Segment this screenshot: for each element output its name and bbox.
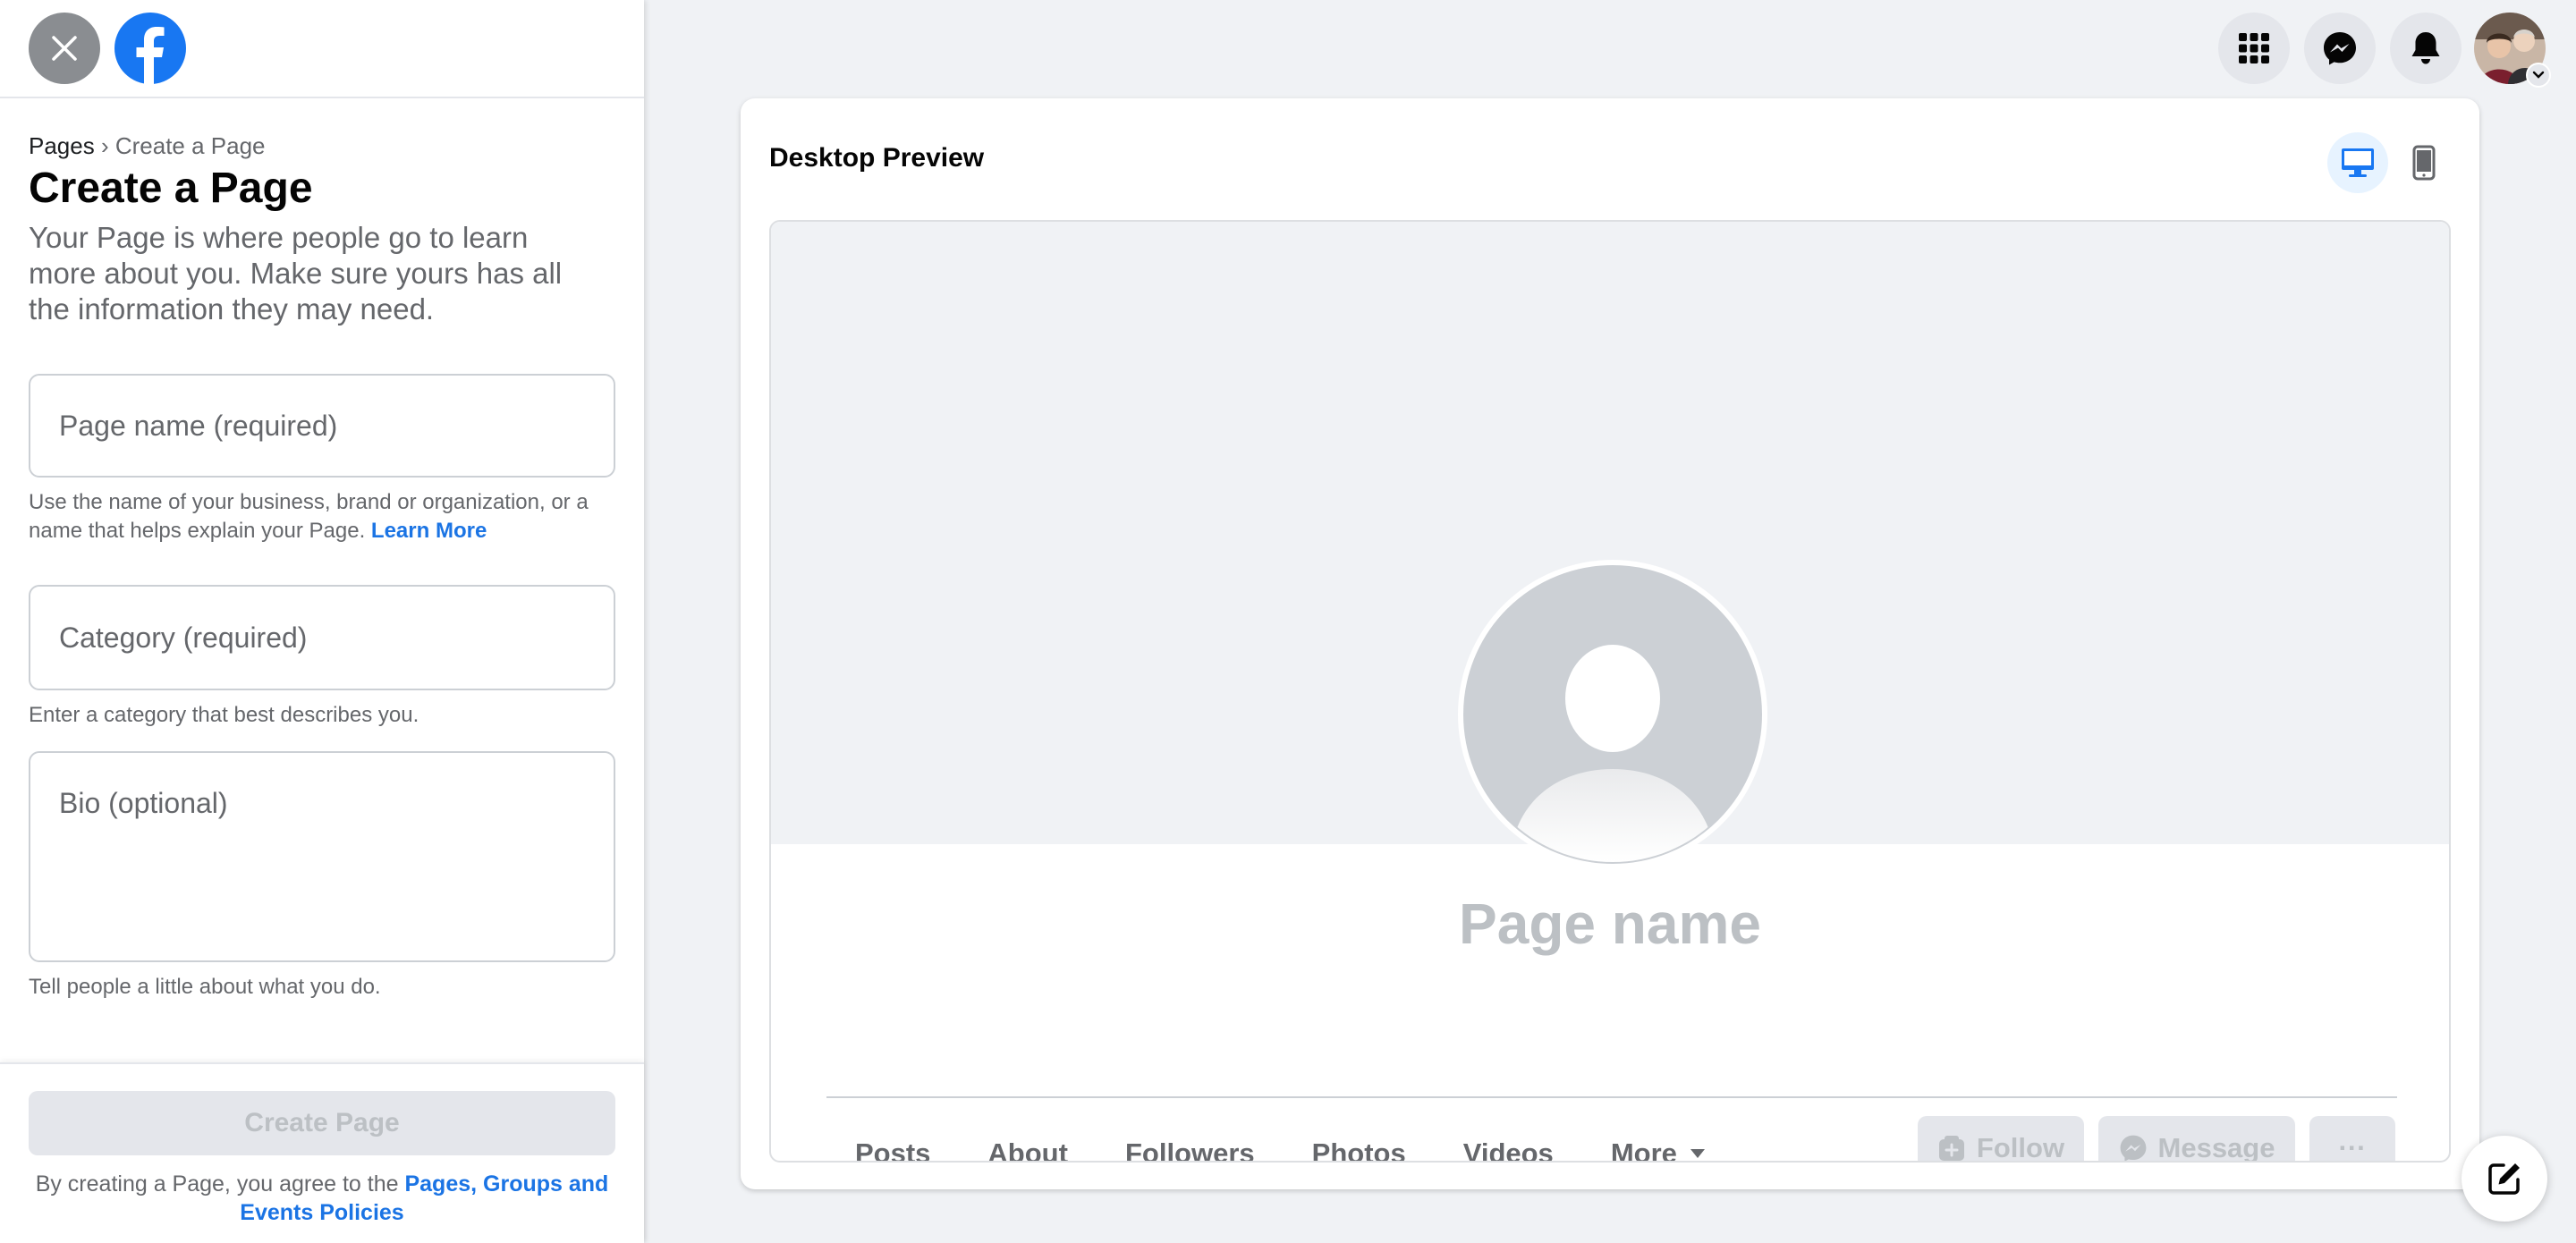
page-name-preview: Page name [1459, 892, 1761, 956]
close-icon [52, 36, 77, 61]
messenger-icon [2120, 1135, 2146, 1161]
category-helper: Enter a category that best describes you… [29, 703, 419, 727]
notifications-bell-icon [2411, 32, 2440, 64]
new-message-button[interactable] [2462, 1136, 2547, 1222]
mobile-preview-toggle[interactable] [2394, 132, 2454, 193]
terms-agreement: By creating a Page, you agree to the Pag… [29, 1170, 615, 1227]
create-page-sidebar: Pages › Create a Page Create a Page Your… [0, 0, 644, 1243]
breadcrumb-current: Create a Page [114, 132, 266, 159]
mobile-phone-icon [2412, 145, 2436, 181]
desktop-monitor-icon [2342, 148, 2374, 177]
terms-text: By creating a Page, you agree to the [35, 1171, 405, 1196]
page-name-helper-text: Use the name of your business, brand or … [29, 490, 589, 543]
page-title: Create a Page [29, 165, 313, 212]
sidebar-header [0, 0, 644, 98]
sidebar-content: Pages › Create a Page Create a Page Your… [0, 98, 644, 1002]
follow-button[interactable]: Follow [1918, 1116, 2084, 1163]
caret-down-icon [1690, 1149, 1705, 1158]
learn-more-link[interactable]: Learn More [371, 519, 487, 543]
more-options-icon: ··· [2338, 1132, 2367, 1163]
sidebar-footer: Create Page By creating a Page, you agre… [0, 1062, 644, 1243]
category-placeholder: Category (required) [59, 621, 308, 654]
account-menu-caret[interactable] [2526, 63, 2551, 88]
compose-edit-icon [2488, 1163, 2520, 1195]
tab-about[interactable]: About [987, 1137, 1068, 1161]
profile-picture-placeholder [1458, 560, 1767, 869]
preview-title: Desktop Preview [769, 143, 985, 173]
menu-button[interactable] [2218, 13, 2290, 84]
menu-grid-icon [2239, 33, 2269, 63]
chevron-down-icon [2532, 71, 2545, 79]
tab-photos[interactable]: Photos [1312, 1137, 1406, 1161]
message-button[interactable]: Message [2098, 1116, 2295, 1163]
tab-followers[interactable]: Followers [1125, 1137, 1255, 1161]
more-options-button[interactable]: ··· [2309, 1116, 2395, 1163]
page-name-input[interactable]: Page name (required) [29, 374, 615, 478]
facebook-logo-icon[interactable] [114, 13, 186, 84]
messenger-icon [2324, 32, 2356, 65]
breadcrumb-pages-link[interactable]: Pages [29, 132, 95, 159]
tab-more-label: More [1610, 1137, 1677, 1163]
category-input[interactable]: Category (required) [29, 585, 615, 690]
page-preview-card: Desktop Preview Page name Posts About Fo… [741, 98, 2479, 1189]
messenger-button[interactable] [2304, 13, 2376, 84]
close-button[interactable] [29, 13, 100, 84]
bio-placeholder: Bio (optional) [59, 787, 228, 819]
default-avatar-icon [1465, 567, 1760, 862]
page-description: Your Page is where people go to learn mo… [29, 221, 563, 326]
tab-more[interactable]: More [1610, 1137, 1706, 1163]
desktop-preview-frame: Page name Posts About Followers Photos V… [769, 220, 2451, 1163]
notifications-button[interactable] [2390, 13, 2462, 84]
page-name-helper: Use the name of your business, brand or … [29, 488, 619, 545]
bio-helper: Tell people a little about what you do. [29, 975, 381, 999]
breadcrumb: Pages › Create a Page [29, 131, 615, 161]
create-page-button[interactable]: Create Page [29, 1091, 615, 1155]
desktop-preview-toggle[interactable] [2327, 132, 2388, 193]
profile-divider [826, 1096, 2397, 1098]
bio-textarea[interactable]: Bio (optional) [29, 751, 615, 962]
page-name-placeholder: Page name (required) [59, 409, 338, 442]
follow-icon [1938, 1136, 1964, 1161]
breadcrumb-separator: › [94, 132, 115, 159]
tab-videos[interactable]: Videos [1463, 1137, 1554, 1161]
follow-label: Follow [1976, 1132, 2065, 1163]
message-label: Message [2157, 1132, 2275, 1163]
tab-posts[interactable]: Posts [855, 1137, 930, 1161]
page-tabs: Posts About Followers Photos Videos More [855, 1137, 1763, 1163]
